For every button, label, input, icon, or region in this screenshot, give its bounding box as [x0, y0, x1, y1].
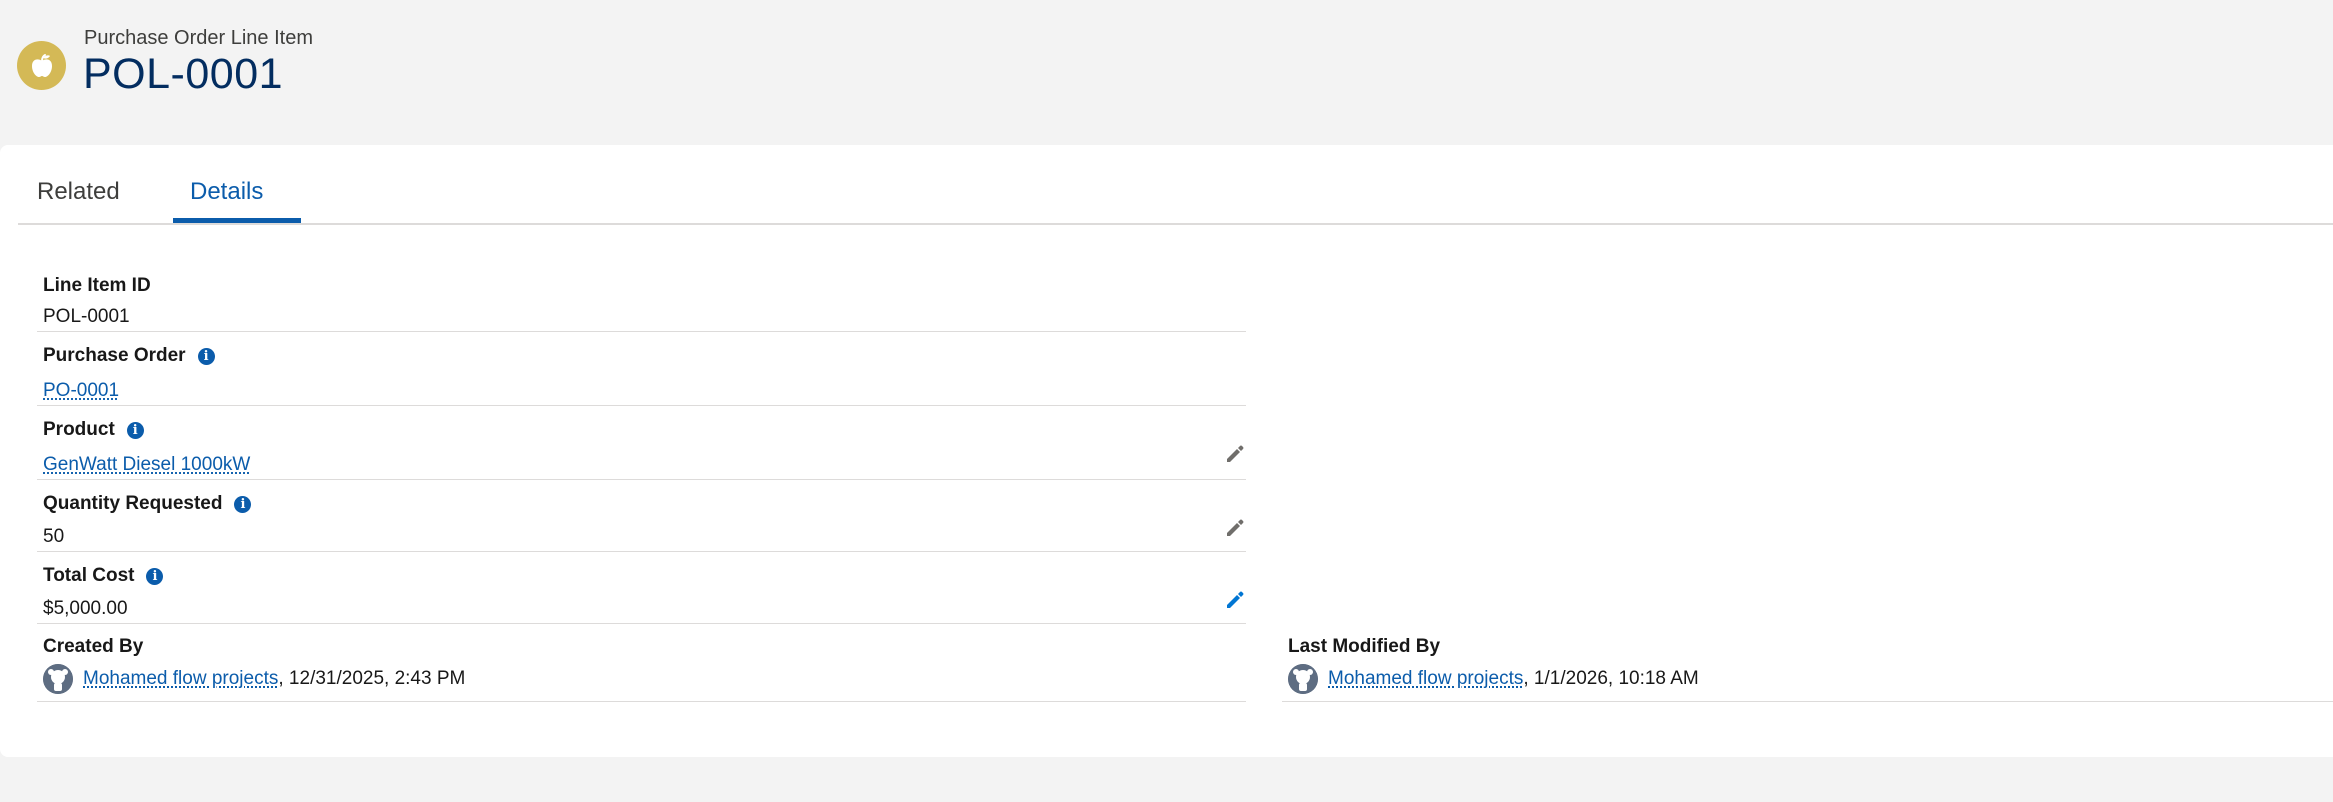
created-by-user-link[interactable]: Mohamed flow projects	[83, 668, 278, 690]
object-type-label: Purchase Order Line Item	[84, 27, 313, 49]
purchase-order-label: Purchase Order	[43, 345, 186, 366]
product-label: Product	[43, 419, 115, 440]
tab-details[interactable]: Details	[190, 178, 263, 206]
field-created-by: Created By Mohamed flow projects , 12/31…	[37, 624, 1246, 702]
total-cost-label: Total Cost	[43, 565, 135, 586]
created-by-label: Created By	[43, 636, 144, 657]
total-cost-value: $5,000.00	[43, 598, 128, 619]
field-label: Quantity Requested i	[43, 493, 252, 515]
tab-related[interactable]: Related	[37, 178, 120, 206]
product-link[interactable]: GenWatt Diesel 1000kW	[43, 454, 250, 476]
last-modified-by-label: Last Modified By	[1288, 636, 1441, 657]
field-last-modified-by: Last Modified By Mohamed flow projects ,…	[1282, 624, 2333, 702]
info-icon[interactable]: i	[234, 495, 252, 513]
info-icon[interactable]: i	[197, 347, 215, 365]
field-label: Product i	[43, 419, 144, 441]
field-total-cost: Total Cost i $5,000.00	[37, 552, 1246, 624]
avatar	[43, 664, 73, 694]
field-purchase-order: Purchase Order i PO-0001	[37, 332, 1246, 406]
pencil-icon[interactable]	[1224, 517, 1246, 539]
field-label: Line Item ID	[43, 275, 151, 297]
pencil-icon[interactable]	[1224, 443, 1246, 465]
pencil-icon[interactable]	[1224, 589, 1246, 611]
created-by-date: , 12/31/2025, 2:43 PM	[278, 668, 466, 689]
apple-icon	[17, 41, 66, 90]
field-label: Last Modified By	[1288, 636, 1440, 658]
avatar	[1288, 664, 1318, 694]
info-icon[interactable]: i	[126, 421, 144, 439]
line-item-id-value: POL-0001	[43, 306, 130, 327]
active-tab-indicator	[173, 218, 301, 223]
field-label: Purchase Order i	[43, 345, 215, 367]
field-label: Created By	[43, 636, 143, 658]
field-product: Product i GenWatt Diesel 1000kW	[37, 406, 1246, 480]
quantity-requested-value: 50	[43, 526, 65, 547]
field-line-item-id: Line Item ID POL-0001	[37, 265, 1246, 332]
page-title: POL-0001	[83, 50, 284, 98]
quantity-requested-label: Quantity Requested	[43, 493, 223, 514]
tab-bar: Related Details	[18, 145, 2333, 225]
purchase-order-link[interactable]: PO-0001	[43, 380, 119, 402]
info-icon[interactable]: i	[146, 567, 164, 585]
field-label: Total Cost i	[43, 565, 164, 587]
last-modified-by-date: , 1/1/2026, 10:18 AM	[1523, 668, 1699, 689]
record-detail-card: Related Details Line Item ID POL-0001 Pu…	[0, 145, 2333, 757]
field-quantity-requested: Quantity Requested i 50	[37, 480, 1246, 552]
line-item-id-label: Line Item ID	[43, 275, 151, 296]
record-header: Purchase Order Line Item POL-0001	[0, 0, 2333, 145]
last-modified-by-user-link[interactable]: Mohamed flow projects	[1328, 668, 1523, 690]
